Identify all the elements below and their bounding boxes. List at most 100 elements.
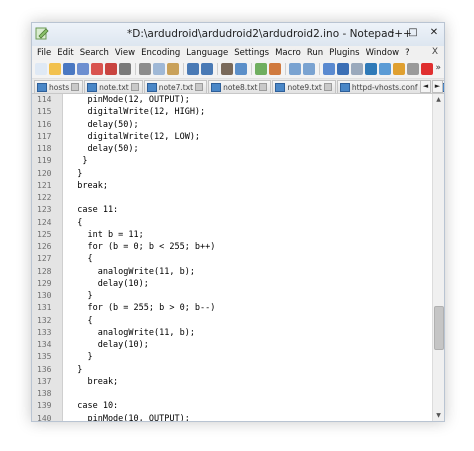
- code-line[interactable]: delay(50);: [63, 143, 432, 155]
- code-line[interactable]: pinMode(10, OUTPUT);: [63, 413, 432, 422]
- code-line[interactable]: {: [63, 315, 432, 327]
- zoom-in-icon[interactable]: [255, 63, 267, 75]
- menu-search[interactable]: Search: [77, 48, 112, 58]
- redo-icon[interactable]: [201, 63, 213, 75]
- user-lang-icon[interactable]: [365, 63, 377, 75]
- find-icon[interactable]: [221, 63, 233, 75]
- code-line[interactable]: for (b = 0; b < 255; b++): [63, 241, 432, 253]
- menu-window[interactable]: Window: [363, 48, 403, 58]
- line-number: 115: [37, 107, 52, 117]
- save-icon[interactable]: [63, 63, 75, 75]
- toolbar-overflow-button[interactable]: »: [435, 63, 441, 73]
- line-number: 140: [37, 413, 52, 422]
- code-line[interactable]: analogWrite(11, b);: [63, 327, 432, 339]
- code-line[interactable]: [63, 192, 432, 204]
- vertical-scrollbar[interactable]: ▲ ▼: [432, 94, 444, 421]
- menu-encoding[interactable]: Encoding: [138, 48, 183, 58]
- code-line[interactable]: pinMode(12, OUTPUT);: [63, 94, 432, 106]
- sync-scroll-h-icon[interactable]: [303, 63, 315, 75]
- tab-note9-txt[interactable]: note9.txt: [272, 80, 336, 93]
- tab-close-icon[interactable]: [130, 83, 139, 91]
- menu-edit[interactable]: Edit: [54, 48, 76, 58]
- code-line[interactable]: digitalWrite(12, HIGH);: [63, 106, 432, 118]
- tab-note7-txt[interactable]: note7.txt: [143, 80, 208, 93]
- tab-scroll-left-button[interactable]: ◄: [420, 80, 431, 93]
- tab-note8-txt[interactable]: note8.txt: [208, 80, 272, 93]
- doc-map-icon[interactable]: [379, 63, 391, 75]
- title-bar[interactable]: *D:\ardudroid\ardudroid2\ardudroid2.ino …: [32, 23, 444, 46]
- tab-close-icon[interactable]: [259, 83, 268, 91]
- close-icon[interactable]: [91, 63, 103, 75]
- code-line[interactable]: break;: [63, 376, 432, 388]
- code-line[interactable]: }: [63, 155, 432, 167]
- code-line[interactable]: }: [63, 364, 432, 376]
- menu-language[interactable]: Language: [183, 48, 231, 58]
- new-file-icon[interactable]: [35, 63, 47, 75]
- code-line[interactable]: case 11:: [63, 204, 432, 216]
- menu-file[interactable]: File: [34, 48, 54, 58]
- code-line[interactable]: [63, 388, 432, 400]
- menu-help[interactable]: ?: [402, 48, 413, 58]
- save-all-icon[interactable]: [77, 63, 89, 75]
- menu-view[interactable]: View: [112, 48, 138, 58]
- code-line[interactable]: delay(10);: [63, 278, 432, 290]
- tab-scroll-buttons: ◄ ►: [420, 80, 443, 93]
- tab-label: note8.txt: [223, 82, 258, 92]
- tab-note-txt[interactable]: note.txt: [84, 80, 143, 93]
- copy-icon[interactable]: [153, 63, 165, 75]
- paste-icon[interactable]: [167, 63, 179, 75]
- zoom-out-icon[interactable]: [269, 63, 281, 75]
- tab-label: note.txt: [99, 82, 129, 92]
- record-macro-icon[interactable]: [421, 63, 433, 75]
- minimize-button[interactable]: –: [386, 27, 398, 39]
- code-line[interactable]: }: [63, 168, 432, 180]
- close-button[interactable]: ✕: [428, 27, 440, 39]
- tab-label: httpd-vhosts.conf: [351, 82, 418, 92]
- function-list-icon[interactable]: [393, 63, 405, 75]
- cut-icon[interactable]: [139, 63, 151, 75]
- code-line[interactable]: break;: [63, 180, 432, 192]
- code-line[interactable]: delay(10);: [63, 339, 432, 351]
- undo-icon[interactable]: [187, 63, 199, 75]
- code-line[interactable]: for (b = 255; b > 0; b--): [63, 302, 432, 314]
- tab-hosts[interactable]: hosts: [34, 80, 84, 93]
- menu-run[interactable]: Run: [304, 48, 326, 58]
- line-number: 122: [37, 193, 52, 202]
- open-folder-icon[interactable]: [49, 63, 61, 75]
- line-number: 139: [37, 401, 52, 411]
- folder-workspace-icon[interactable]: [407, 63, 419, 75]
- tab-close-icon[interactable]: [323, 83, 332, 91]
- sync-scroll-v-icon[interactable]: [289, 63, 301, 75]
- print-icon[interactable]: [119, 63, 131, 75]
- code-line[interactable]: digitalWrite(12, LOW);: [63, 131, 432, 143]
- code-line[interactable]: }: [63, 351, 432, 363]
- menu-plugins[interactable]: Plugins: [326, 48, 362, 58]
- scroll-down-arrow-icon[interactable]: ▼: [433, 410, 444, 421]
- code-line[interactable]: case 10:: [63, 400, 432, 412]
- show-all-chars-icon[interactable]: [337, 63, 349, 75]
- replace-icon[interactable]: [235, 63, 247, 75]
- scrollbar-thumb[interactable]: [434, 306, 444, 350]
- line-number: 119: [37, 156, 52, 166]
- word-wrap-icon[interactable]: [323, 63, 335, 75]
- code-line[interactable]: analogWrite(11, b);: [63, 266, 432, 278]
- code-text-area[interactable]: pinMode(12, OUTPUT); digitalWrite(12, HI…: [63, 94, 432, 421]
- close-all-icon[interactable]: [105, 63, 117, 75]
- maximize-button[interactable]: □: [407, 27, 419, 39]
- line-number: 136: [37, 364, 52, 374]
- scroll-up-arrow-icon[interactable]: ▲: [433, 94, 444, 105]
- code-line[interactable]: }: [63, 290, 432, 302]
- code-line[interactable]: delay(50);: [63, 119, 432, 131]
- file-save-state-icon: [146, 82, 157, 92]
- tab-close-icon[interactable]: [71, 83, 80, 91]
- code-line[interactable]: int b = 11;: [63, 229, 432, 241]
- menu-settings[interactable]: Settings: [231, 48, 272, 58]
- close-document-button[interactable]: X: [432, 47, 438, 57]
- code-line[interactable]: {: [63, 217, 432, 229]
- menu-macro[interactable]: Macro: [272, 48, 304, 58]
- tab-httpd-vhosts-conf[interactable]: httpd-vhosts.conf: [336, 80, 432, 93]
- code-line[interactable]: {: [63, 253, 432, 265]
- indent-guide-icon[interactable]: [351, 63, 363, 75]
- tab-close-icon[interactable]: [195, 83, 204, 91]
- tab-scroll-right-button[interactable]: ►: [432, 80, 443, 93]
